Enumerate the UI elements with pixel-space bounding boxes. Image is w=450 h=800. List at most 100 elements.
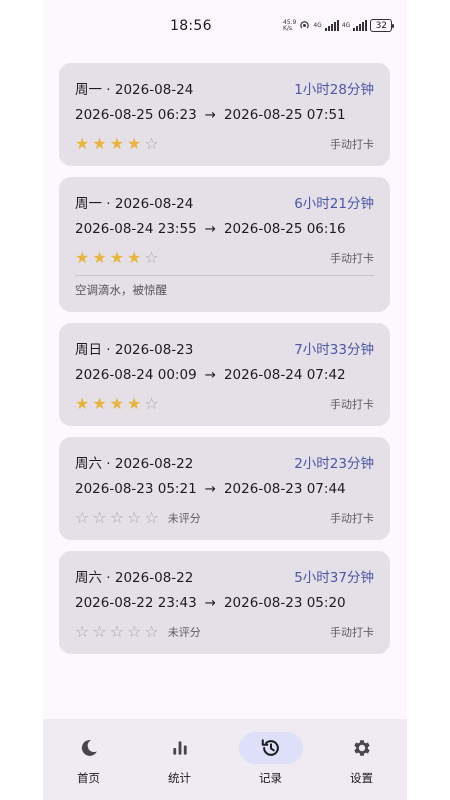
net-speed: 45.9 K/s (283, 19, 296, 32)
star-empty-icon: ☆ (75, 622, 90, 641)
record-end: 2026-08-23 05:20 (223, 595, 346, 611)
record-header: 周六 · 2026-08-22 5小时37分钟 (75, 565, 374, 587)
record-method: 手动打卡 (330, 626, 374, 639)
star-empty-icon: ☆ (109, 508, 125, 527)
star-filled-icon: ★ (75, 248, 90, 267)
record-header: 周六 · 2026-08-22 2小时23分钟 (75, 451, 374, 473)
record-start: 2026-08-23 05:21 (75, 481, 197, 497)
record-method: 手动打卡 (330, 512, 374, 525)
nav-icon-container (57, 732, 121, 764)
star-empty-icon: ☆ (127, 622, 142, 641)
network-type-1: 4G (313, 22, 322, 29)
record-card[interactable]: 周一 · 2026-08-24 1小时28分钟 2026-08-25 06:23 → 2… (59, 63, 390, 166)
record-card[interactable]: 周日 · 2026-08-23 7小时33分钟 2026-08-24 00:09 → 2… (59, 323, 390, 426)
history-icon (260, 737, 282, 759)
record-method: 手动打卡 (330, 252, 374, 265)
record-card[interactable]: 周六 · 2026-08-22 2小时23分钟 2026-08-23 05:21 → 2… (59, 437, 390, 540)
star-filled-icon: ★ (75, 134, 90, 153)
record-end: 2026-08-25 06:16 (223, 221, 346, 237)
rating-stars: ☆ ☆ ☆ ☆ ☆ 未评分 (75, 624, 201, 640)
star-filled-icon: ★ (75, 394, 90, 413)
record-duration: 2小时23分钟 (294, 456, 374, 472)
record-time-range: 2026-08-24 00:09 → 2026-08-24 07:42 (75, 367, 374, 387)
arrow-icon: → (204, 367, 216, 383)
star-filled-icon: ★ (127, 134, 142, 153)
nav-item-home[interactable]: 首页 (49, 732, 129, 786)
bar-chart-icon (170, 738, 190, 758)
nav-icon-container (238, 732, 303, 764)
nav-item-settings[interactable]: 设置 (322, 732, 402, 786)
rating-stars: ☆ ☆ ☆ ☆ ☆ 未评分 (75, 510, 201, 526)
record-date: 周一 · 2026-08-24 (75, 82, 194, 98)
record-time-range: 2026-08-25 06:23 → 2026-08-25 07:51 (75, 107, 374, 127)
record-date: 周日 · 2026-08-23 (75, 342, 194, 358)
record-duration: 7小时33分钟 (294, 342, 374, 358)
nav-item-records[interactable]: 记录 (231, 732, 311, 786)
arrow-icon: → (204, 221, 216, 237)
arrow-icon: → (204, 481, 216, 497)
record-date: 周六 · 2026-08-22 (75, 456, 194, 472)
app-screen: 18:56 45.9 K/s 4G 4G 32 周一 · 2026-08-24 1… (43, 0, 407, 800)
star-filled-icon: ★ (109, 248, 125, 267)
star-empty-icon: ☆ (109, 622, 125, 641)
nav-icon-container (330, 732, 394, 764)
nav-label: 设置 (350, 771, 373, 785)
rating-stars: ★ ★ ★ ★ ☆ (75, 136, 159, 152)
note-divider (75, 275, 374, 276)
gear-icon (351, 737, 373, 759)
rating-stars: ★ ★ ★ ★ ☆ (75, 396, 159, 412)
record-date: 周一 · 2026-08-24 (75, 196, 194, 212)
record-card[interactable]: 周六 · 2026-08-22 5小时37分钟 2026-08-22 23:43 → 2… (59, 551, 390, 654)
nav-label: 首页 (77, 771, 100, 785)
record-header: 周日 · 2026-08-23 7小时33分钟 (75, 337, 374, 359)
record-header: 周一 · 2026-08-24 1小时28分钟 (75, 77, 374, 99)
bottom-nav: 首页 统计 记录 设置 (43, 719, 407, 800)
net-speed-unit: K/s (283, 24, 293, 32)
star-filled-icon: ★ (109, 394, 125, 413)
unrated-label: 未评分 (167, 626, 201, 639)
record-list: 周一 · 2026-08-24 1小时28分钟 2026-08-25 06:23 → 2… (59, 63, 390, 665)
record-footer: ★ ★ ★ ★ ☆ 手动打卡 (75, 248, 374, 268)
star-empty-icon: ☆ (144, 134, 159, 153)
record-footer: ★ ★ ★ ★ ☆ 手动打卡 (75, 394, 374, 414)
record-start: 2026-08-25 06:23 (75, 107, 197, 123)
nav-label: 统计 (168, 771, 191, 785)
record-time-range: 2026-08-23 05:21 → 2026-08-23 07:44 (75, 481, 374, 501)
star-empty-icon: ☆ (92, 622, 107, 641)
star-filled-icon: ★ (109, 134, 125, 153)
star-filled-icon: ★ (92, 248, 107, 267)
star-empty-icon: ☆ (144, 622, 159, 641)
record-footer: ☆ ☆ ☆ ☆ ☆ 未评分 手动打卡 (75, 622, 374, 642)
record-method: 手动打卡 (330, 398, 374, 411)
hotspot-icon (300, 21, 310, 29)
star-filled-icon: ★ (92, 394, 107, 413)
signal-icon-1 (324, 20, 339, 31)
record-footer: ★ ★ ★ ★ ☆ 手动打卡 (75, 134, 374, 154)
star-filled-icon: ★ (127, 248, 142, 267)
record-time-range: 2026-08-22 23:43 → 2026-08-23 05:20 (75, 595, 374, 615)
record-end: 2026-08-23 07:44 (223, 481, 346, 497)
star-empty-icon: ☆ (92, 508, 107, 527)
star-empty-icon: ☆ (144, 248, 159, 267)
record-method: 手动打卡 (330, 138, 374, 151)
record-start: 2026-08-24 23:55 (75, 221, 197, 237)
record-start: 2026-08-22 23:43 (75, 595, 197, 611)
record-time-range: 2026-08-24 23:55 → 2026-08-25 06:16 (75, 221, 374, 241)
status-time: 18:56 (170, 18, 212, 34)
nav-item-stats[interactable]: 统计 (140, 732, 220, 786)
battery-level: 32 (375, 20, 388, 31)
star-empty-icon: ☆ (144, 394, 159, 413)
record-note: 空调滴水，被惊醒 (75, 283, 167, 297)
nav-icon-container (148, 732, 212, 764)
nav-label: 记录 (259, 771, 282, 785)
star-empty-icon: ☆ (75, 508, 90, 527)
star-filled-icon: ★ (127, 394, 142, 413)
rating-stars: ★ ★ ★ ★ ☆ (75, 250, 159, 266)
record-end: 2026-08-25 07:51 (223, 107, 346, 123)
battery-icon: 32 (370, 19, 395, 32)
record-start: 2026-08-24 00:09 (75, 367, 197, 383)
record-card[interactable]: 周一 · 2026-08-24 6小时21分钟 2026-08-24 23:55 → 2… (59, 177, 390, 312)
record-duration: 5小时37分钟 (294, 570, 374, 586)
moon-icon (79, 738, 99, 758)
star-empty-icon: ☆ (127, 508, 142, 527)
